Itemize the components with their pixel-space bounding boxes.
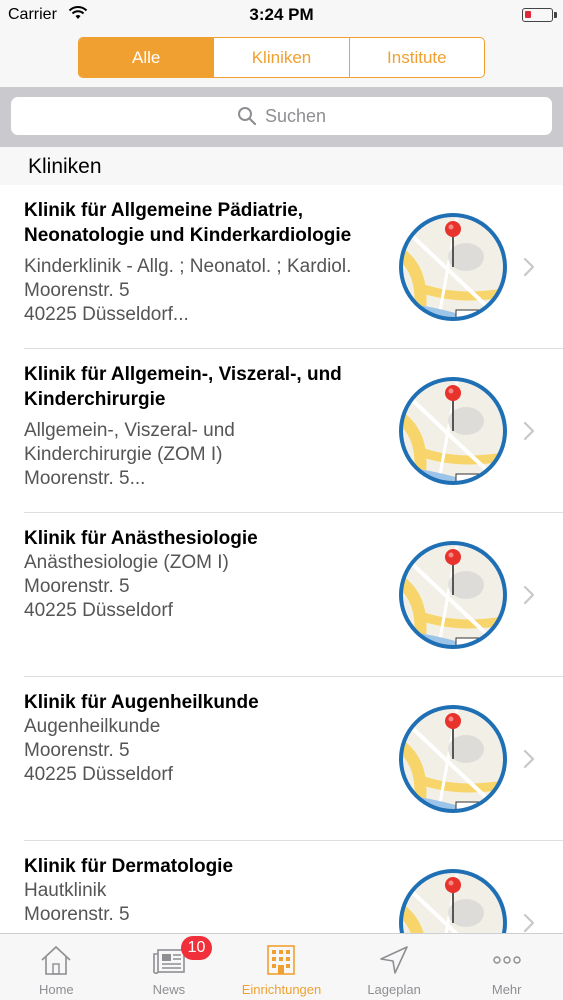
search-placeholder: Suchen — [264, 105, 327, 126]
tab-lageplan[interactable]: Lageplan — [338, 934, 451, 1000]
tab-mehr[interactable]: Mehr — [450, 934, 563, 1000]
clinic-list: Klinik für Allgemeine Pädiatrie, Neonato… — [0, 185, 563, 933]
list-item-title: Klinik für Dermatologie — [24, 856, 234, 877]
list-item-title: Klinik für Augenheilkunde — [24, 692, 259, 713]
home-icon — [41, 945, 71, 975]
battery-tip — [554, 12, 557, 18]
tab-label-lageplan: Lageplan — [367, 982, 421, 997]
status-bar: Carrier 3:24 PM — [0, 0, 563, 30]
battery-icon — [522, 8, 553, 22]
tab-bar: Home News 10 Einrichtungen Lageplan Mehr — [0, 933, 563, 1000]
map-thumbnail — [398, 704, 508, 814]
chevron-right-icon — [522, 912, 536, 933]
chevron-right-icon — [522, 420, 536, 442]
map-thumbnail — [398, 540, 508, 650]
filter-segmented-control: Alle Kliniken Institute — [78, 37, 485, 78]
list-item-title: Klinik für Allgemein-, Viszeral-, und Ki… — [24, 364, 342, 410]
tab-label-home: Home — [38, 982, 74, 997]
list-item[interactable]: Klinik für Anästhesiologie Anästhesiologi… — [0, 513, 563, 677]
chevron-right-icon — [522, 256, 536, 278]
news-badge: 10 — [180, 936, 213, 960]
tab-einrichtungen[interactable]: Einrichtungen — [225, 934, 338, 1000]
chevron-right-icon — [522, 584, 536, 606]
list-item-subtitle: Anästhesiologie (ZOM I) Moorenstr. 5 402… — [24, 552, 229, 621]
tab-news[interactable]: News 10 — [113, 934, 226, 1000]
list-item-subtitle: Augenheilkunde Moorenstr. 5 40225 Düssel… — [24, 716, 173, 785]
tab-label-einrichtungen: Einrichtungen — [241, 982, 322, 997]
segment-kliniken[interactable]: Kliniken — [214, 38, 350, 77]
tab-label-news: News — [152, 982, 186, 997]
clock: 3:24 PM — [249, 5, 314, 24]
list-item-subtitle: Allgemein-, Viszeral- und Kinderchirurgi… — [24, 420, 235, 489]
list-item[interactable]: Klinik für Dermatologie Hautklinik Mooren… — [0, 841, 563, 933]
location-arrow-icon — [380, 946, 408, 974]
search-input[interactable]: Suchen — [11, 97, 552, 135]
section-title: Kliniken — [28, 155, 102, 178]
segment-alle[interactable]: Alle — [79, 38, 215, 77]
list-item-subtitle: Kinderklinik - Allg. ; Neonatol. ; Kardi… — [24, 256, 352, 325]
segment-institute[interactable]: Institute — [350, 38, 484, 77]
segment-area: Alle Kliniken Institute — [0, 30, 563, 87]
list-item-title: Klinik für Anästhesiologie — [24, 528, 258, 549]
section-header: Kliniken — [0, 147, 563, 185]
list-item[interactable]: Klinik für Augenheilkunde Augenheilkunde … — [0, 677, 563, 841]
search-icon — [237, 107, 257, 126]
more-icon — [492, 956, 521, 964]
search-area: Suchen — [0, 87, 563, 147]
list-item-subtitle: Hautklinik Moorenstr. 5 — [24, 880, 130, 925]
map-thumbnail — [398, 212, 508, 322]
map-thumbnail — [398, 376, 508, 486]
list-item[interactable]: Klinik für Allgemein-, Viszeral-, und Ki… — [0, 349, 563, 513]
list-item[interactable]: Klinik für Allgemeine Pädiatrie, Neonato… — [0, 185, 563, 349]
building-icon — [267, 945, 296, 975]
chevron-right-icon — [522, 748, 536, 770]
list-item-title: Klinik für Allgemeine Pädiatrie, Neonato… — [24, 200, 352, 246]
map-thumbnail — [398, 868, 508, 933]
tab-home[interactable]: Home — [0, 934, 113, 1000]
tab-label-mehr: Mehr — [491, 982, 522, 997]
